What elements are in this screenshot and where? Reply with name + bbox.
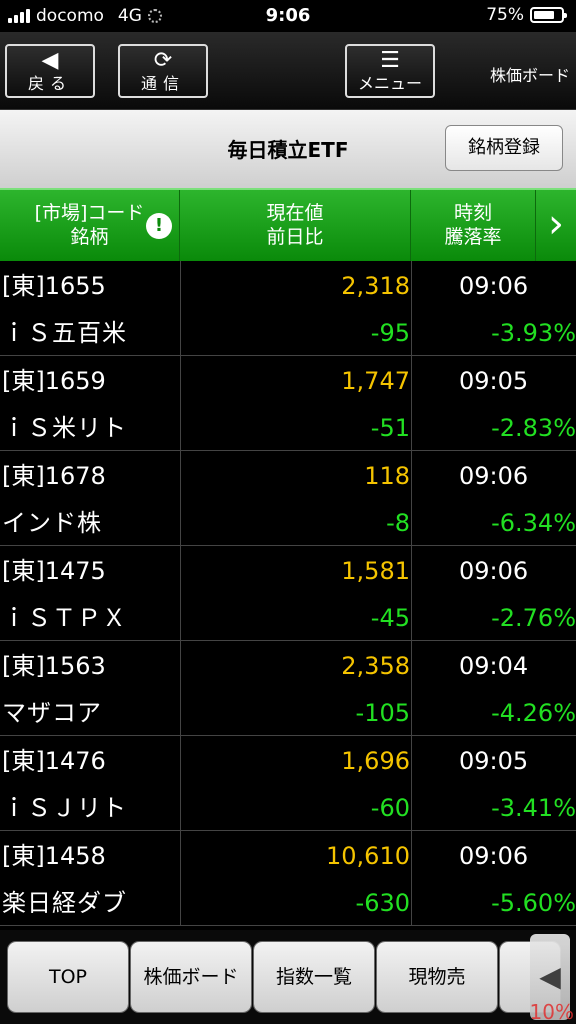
chevron-right-icon[interactable]: › [536,190,576,261]
menu-button[interactable]: ☰ メニュー [345,44,435,98]
change-rate: -6.34% [491,509,576,537]
refresh-button-label: 通信 [140,74,185,93]
trade-time: 09:06 [459,557,529,585]
price-change: -630 [355,889,410,917]
change-rate: -5.60% [491,889,576,917]
current-price: 2,318 [341,272,410,300]
back-arrow-icon: ◀ [41,48,59,73]
price-change: -60 [370,794,410,822]
current-price: 1,747 [341,367,410,395]
trade-time: 09:05 [459,367,529,395]
change-rate: -3.93% [491,319,576,347]
change-rate: -2.83% [491,414,576,442]
price-change: -45 [370,604,410,632]
trade-time: 09:04 [459,652,529,680]
stock-code: [東]1458 [2,842,106,870]
price-change: -105 [355,699,410,727]
trade-time: 09:06 [459,842,529,870]
header-price-label: 現在値 [266,202,324,224]
stock-name: 楽日経ダブ [2,889,127,917]
overflow-percent: 10% [529,1000,574,1024]
table-row[interactable]: [東]1678 インド株 118 -8 09:06 -6.34% [0,451,576,546]
tab-stock-board[interactable]: 株価ボード [131,942,251,1012]
back-button[interactable]: ◀ 戻る [5,44,95,98]
stock-code: [東]1475 [2,557,106,585]
table-row[interactable]: [東]1475 ｉＳＴＰＸ 1,581 -45 09:06 -2.76% [0,546,576,641]
header-rate-label: 騰落率 [444,226,502,248]
trade-time: 09:06 [459,272,529,300]
current-price: 1,696 [341,747,410,775]
table-header: [市場]コード 銘柄 ! 現在値 前日比 時刻 騰落率 › [0,188,576,261]
current-price: 10,610 [326,842,410,870]
menu-button-label: メニュー [357,74,422,93]
screen-name: 株価ボード [489,66,570,85]
toolbar: ◀ 戻る ⟳ 通信 ☰ メニュー 株価ボード [0,32,576,110]
table-row[interactable]: [東]1476 ｉＳＪリト 1,696 -60 09:05 -3.41% [0,736,576,831]
header-code-name[interactable]: [市場]コード 銘柄 ! [0,190,180,261]
stock-name: ｉＳＴＰＸ [2,604,127,632]
stock-list: [東]1655 ｉＳ五百米 2,318 -95 09:06 -3.93% [東]… [0,261,576,926]
price-change: -95 [370,319,410,347]
header-price-change[interactable]: 現在値 前日比 [180,190,411,261]
tab-index-list[interactable]: 指数一覧 [254,942,374,1012]
table-row[interactable]: [東]1659 ｉＳ米リト 1,747 -51 09:05 -2.83% [0,356,576,451]
price-change: -51 [370,414,410,442]
stock-code: [東]1678 [2,462,106,490]
table-row[interactable]: [東]1458 楽日経ダブ 10,610 -630 09:06 -5.60% [0,831,576,926]
change-rate: -3.41% [491,794,576,822]
trade-time: 09:05 [459,747,529,775]
price-change: -8 [386,509,410,537]
change-rate: -4.26% [491,699,576,727]
stock-code: [東]1476 [2,747,106,775]
stock-name: インド株 [2,509,102,537]
bottom-tab-bar: TOP 株価ボード 指数一覧 現物売 ◀ 10% [0,930,576,1024]
stock-code: [東]1655 [2,272,106,300]
trade-time: 09:06 [459,462,529,490]
table-row[interactable]: [東]1563 マザコア 2,358 -105 09:04 -4.26% [0,641,576,736]
stock-code: [東]1563 [2,652,106,680]
header-time-label: 時刻 [453,202,492,224]
current-price: 2,358 [341,652,410,680]
battery-icon [530,7,567,23]
register-stock-button[interactable]: 銘柄登録 [445,125,563,171]
stock-name: ｉＳ米リト [2,414,127,442]
stock-name: ｉＳＪリト [2,794,127,822]
current-price: 118 [364,462,410,490]
header-time-rate[interactable]: 時刻 騰落率 [411,190,536,261]
menu-list-icon: ☰ [380,48,400,73]
refresh-icon: ⟳ [153,48,173,73]
tab-spot-sell[interactable]: 現物売 [377,942,497,1012]
stock-name: ｉＳ五百米 [2,319,127,347]
current-price: 1,581 [341,557,410,585]
status-bar: docomo 4G 9:06 75% [0,0,576,32]
stock-code: [東]1659 [2,367,106,395]
change-rate: -2.76% [491,604,576,632]
back-button-label: 戻る [27,74,72,93]
refresh-button[interactable]: ⟳ 通信 [118,44,208,98]
title-bar: 毎日積立ETF 銘柄登録 [0,110,576,188]
stock-name: マザコア [2,699,102,727]
table-row[interactable]: [東]1655 ｉＳ五百米 2,318 -95 09:06 -3.93% [0,261,576,356]
tab-top[interactable]: TOP [8,942,128,1012]
alert-icon[interactable]: ! [146,213,172,239]
header-change-label: 前日比 [266,226,324,248]
battery-percent: 75% [486,5,524,25]
